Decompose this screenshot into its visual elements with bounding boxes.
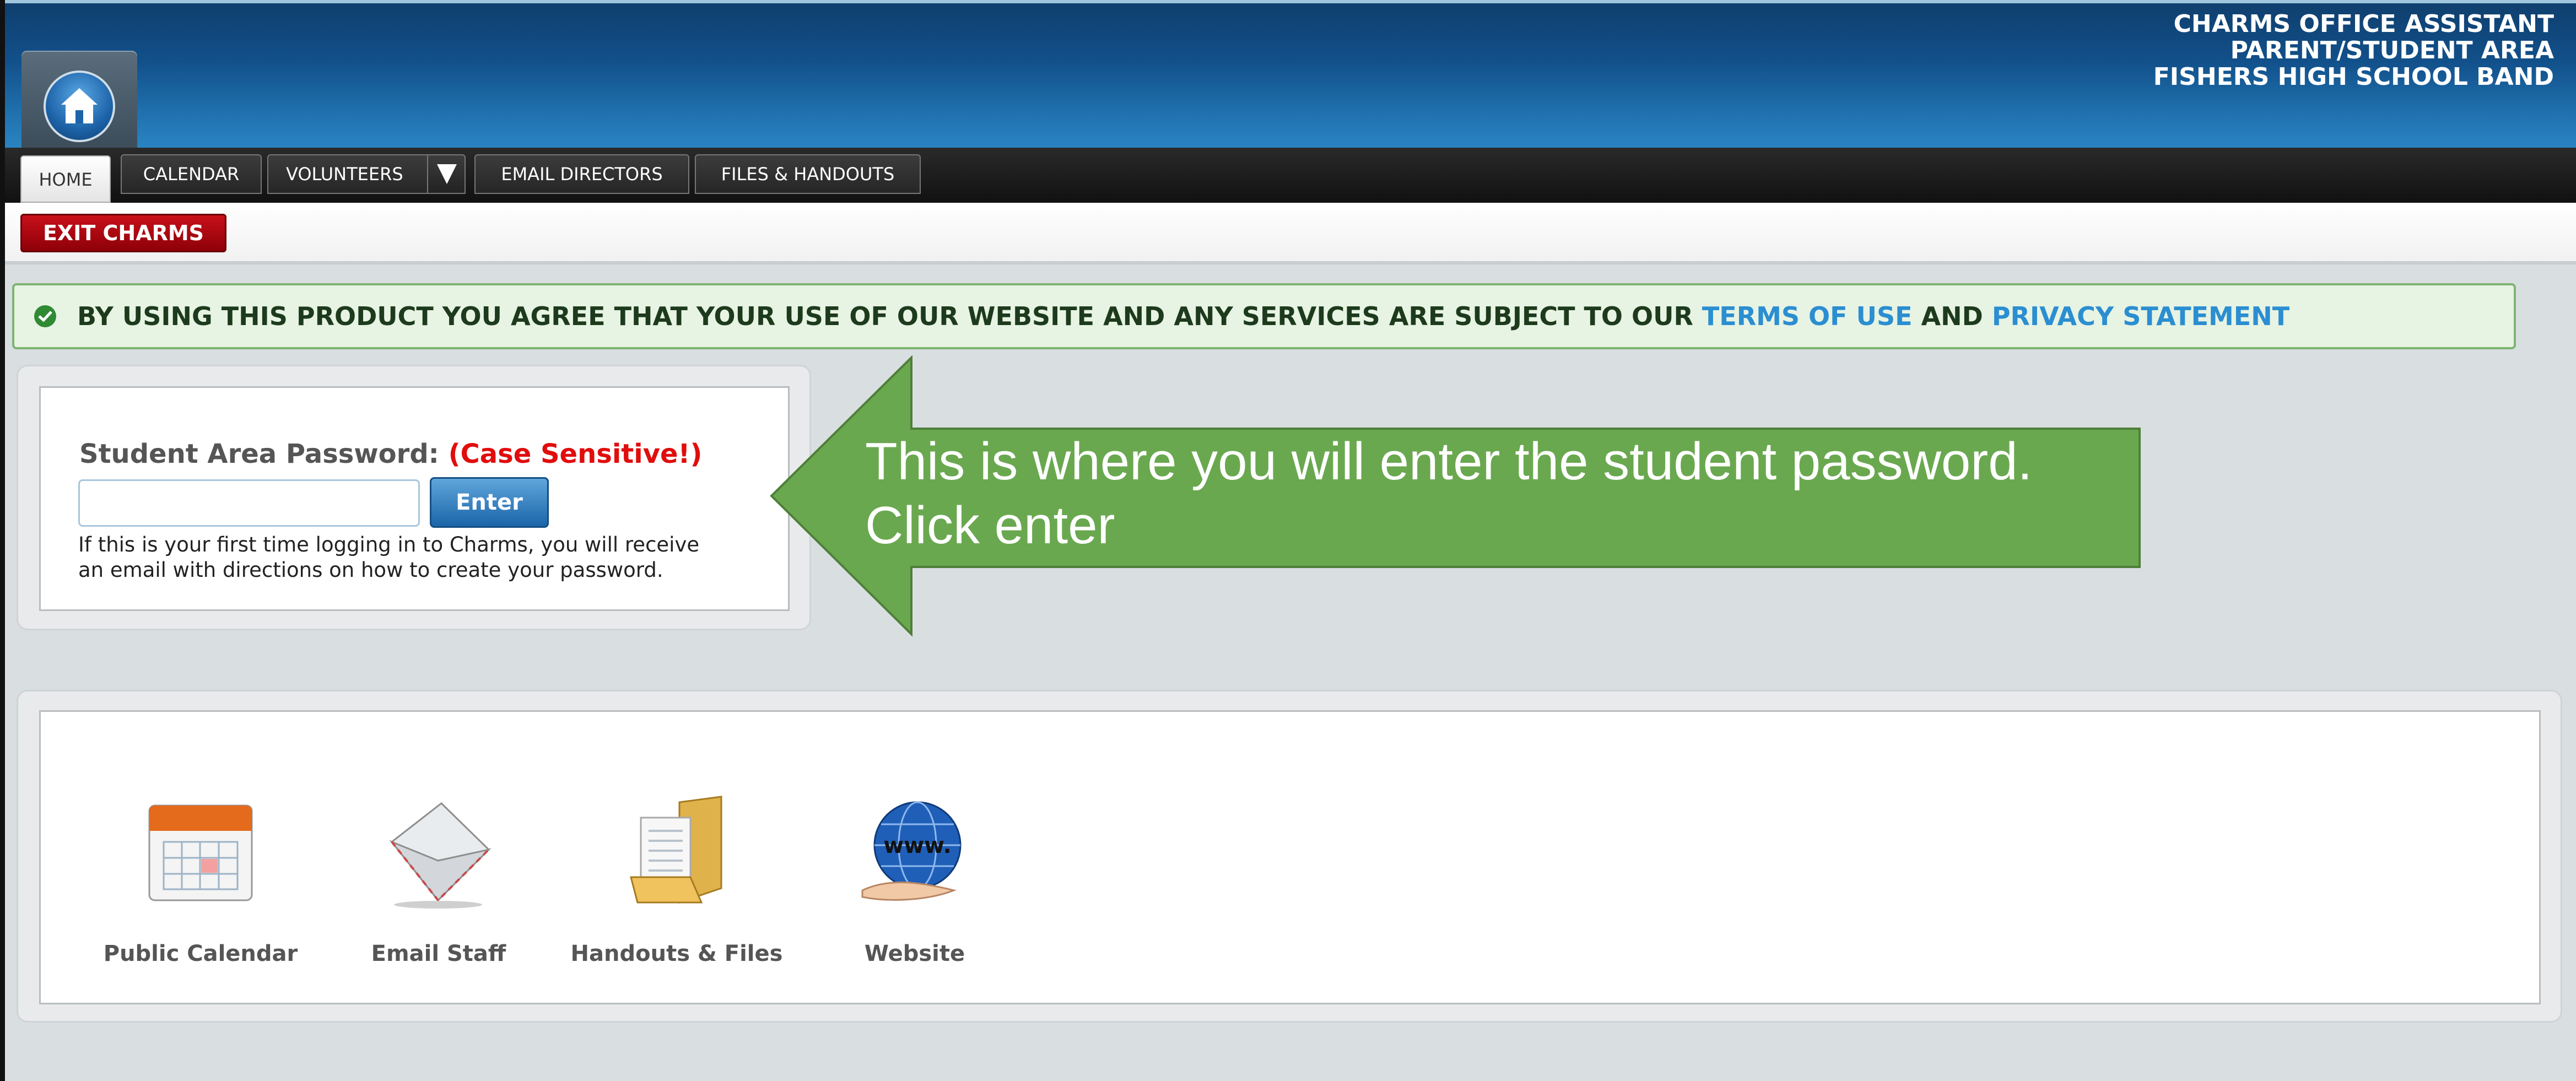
brand-line-product: CHARMS OFFICE ASSISTANT: [2173, 10, 2554, 38]
quick-link-email-staff[interactable]: Email Staff: [323, 712, 554, 1006]
tab-volunteers-label: VOLUNTEERS: [286, 164, 403, 185]
exit-charms-button[interactable]: EXIT CHARMS: [20, 214, 226, 252]
svg-text:www.: www.: [883, 833, 952, 858]
quick-link-website[interactable]: www. Website: [799, 712, 1030, 1006]
quick-link-label: Email Staff: [371, 941, 506, 966]
brand-line-area: PARENT/STUDENT AREA: [2230, 36, 2554, 64]
brand-line-school: FISHERS HIGH SCHOOL BAND: [2153, 63, 2554, 91]
quick-links-grid: Public Calendar Email Staff Handouts & F…: [39, 710, 2541, 1004]
agreement-prefix: BY USING THIS PRODUCT YOU AGREE THAT YOU…: [77, 301, 1693, 331]
terms-agreement-banner: BY USING THIS PRODUCT YOU AGREE THAT YOU…: [12, 283, 2516, 349]
student-login-panel: Student Area Password: (Case Sensitive!)…: [17, 365, 811, 630]
callout-line-2: Click enter: [865, 496, 1115, 555]
tab-files-handouts-label: FILES & HANDOUTS: [721, 164, 895, 185]
tab-calendar-label: CALENDAR: [143, 164, 240, 185]
tab-calendar[interactable]: CALENDAR: [121, 154, 262, 194]
tab-volunteers[interactable]: VOLUNTEERS: [267, 154, 466, 194]
action-bar: EXIT CHARMS: [5, 203, 2576, 264]
student-password-input[interactable]: [78, 479, 420, 527]
tab-email-directors[interactable]: EMAIL DIRECTORS: [474, 154, 689, 194]
callout-text: This is where you will enter the student…: [865, 430, 2121, 558]
chevron-down-icon: [437, 164, 457, 184]
quick-link-label: Website: [864, 941, 965, 966]
quick-links-panel: Public Calendar Email Staff Handouts & F…: [17, 690, 2562, 1023]
volunteers-dropdown-toggle[interactable]: [427, 154, 466, 194]
tab-email-directors-label: EMAIL DIRECTORS: [501, 164, 663, 185]
globe-icon: www.: [861, 801, 962, 901]
quick-link-label: Public Calendar: [103, 941, 298, 966]
folder-icon: [630, 796, 722, 904]
organization-title: CHARMS OFFICE ASSISTANT PARENT/STUDENT A…: [2153, 11, 2554, 90]
home-button[interactable]: [21, 51, 137, 155]
password-label-text: Student Area Password:: [79, 439, 439, 469]
envelope-icon: [389, 802, 492, 909]
quick-link-label: Handouts & Files: [570, 941, 783, 966]
student-login-form: Student Area Password: (Case Sensitive!)…: [39, 386, 790, 611]
quick-link-public-calendar[interactable]: Public Calendar: [85, 712, 316, 1006]
window-left-edge: [0, 0, 5, 1081]
callout-line-1: This is where you will enter the student…: [865, 432, 2033, 491]
case-sensitive-warning: (Case Sensitive!): [448, 439, 703, 469]
tab-files-handouts[interactable]: FILES & HANDOUTS: [695, 154, 921, 194]
quick-link-handouts-files[interactable]: Handouts & Files: [561, 712, 792, 1006]
help-line-1: If this is your first time logging in to…: [78, 533, 700, 556]
calendar-icon: [148, 804, 253, 901]
help-line-2: an email with directions on how to creat…: [78, 558, 663, 582]
tab-home[interactable]: HOME: [20, 155, 111, 203]
main-nav: HOME CALENDAR VOLUNTEERS EMAIL DIRECTORS…: [5, 148, 2576, 203]
terms-of-use-link[interactable]: TERMS OF USE: [1702, 301, 1913, 331]
agreement-text: BY USING THIS PRODUCT YOU AGREE THAT YOU…: [77, 285, 2289, 347]
home-icon: [44, 71, 115, 142]
enter-button[interactable]: Enter: [430, 477, 549, 528]
privacy-statement-link[interactable]: PRIVACY STATEMENT: [1992, 301, 2289, 331]
app-header: CHARMS OFFICE ASSISTANT PARENT/STUDENT A…: [5, 0, 2576, 155]
tab-home-label: HOME: [39, 169, 93, 190]
check-circle-icon: [34, 305, 56, 327]
password-label: Student Area Password: (Case Sensitive!): [79, 439, 702, 469]
first-login-help: If this is your first time logging in to…: [78, 532, 767, 583]
agreement-conjunction: AND: [1921, 301, 1983, 331]
